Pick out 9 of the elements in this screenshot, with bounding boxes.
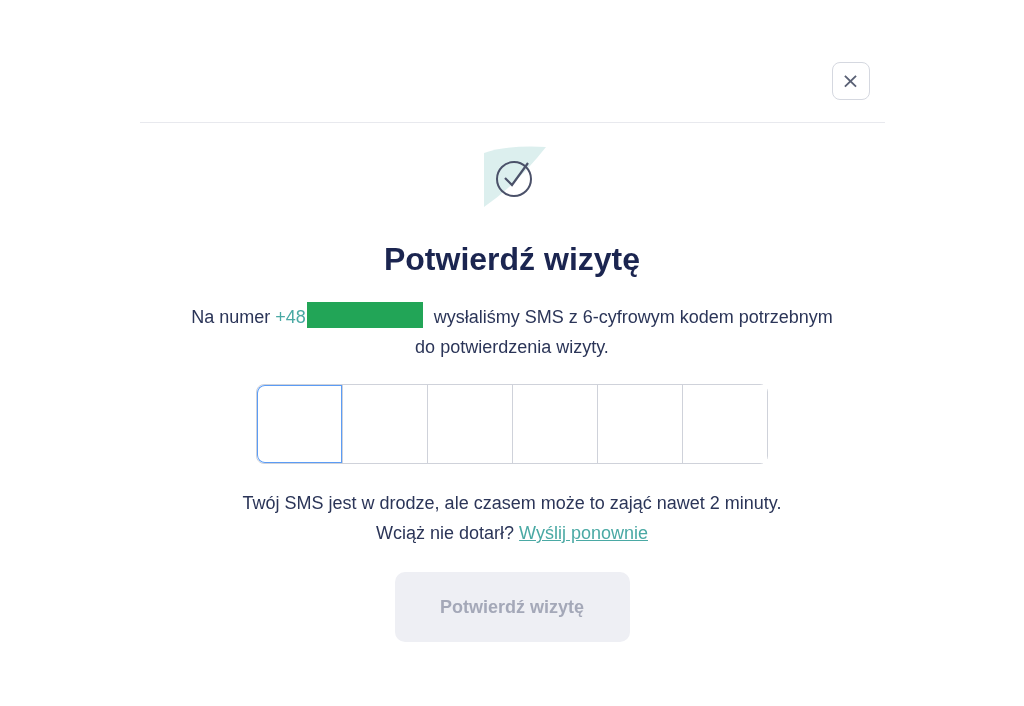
code-digit-input[interactable] — [682, 385, 767, 463]
close-button[interactable]: × — [831, 62, 870, 100]
resend-link[interactable]: Wyślij ponownie — [519, 523, 648, 543]
dialog-title: Potwierdź wizytę — [383, 241, 640, 278]
sms-notice: Twój SMS jest w drodze, ale czasem może to zająć nawet 2 minuty. Wciąż nie dotarł? Wyślij ponownie — [242, 492, 782, 545]
code-field[interactable] — [256, 384, 768, 464]
code-digit-input[interactable] — [257, 385, 342, 463]
phone-number: +48 — [275, 307, 306, 327]
sms-message: Na numer +48 wysłaliśmy SMS z 6-cyfrowym kodem potrzebnym do potwierdzenia wizyty. — [182, 302, 842, 362]
